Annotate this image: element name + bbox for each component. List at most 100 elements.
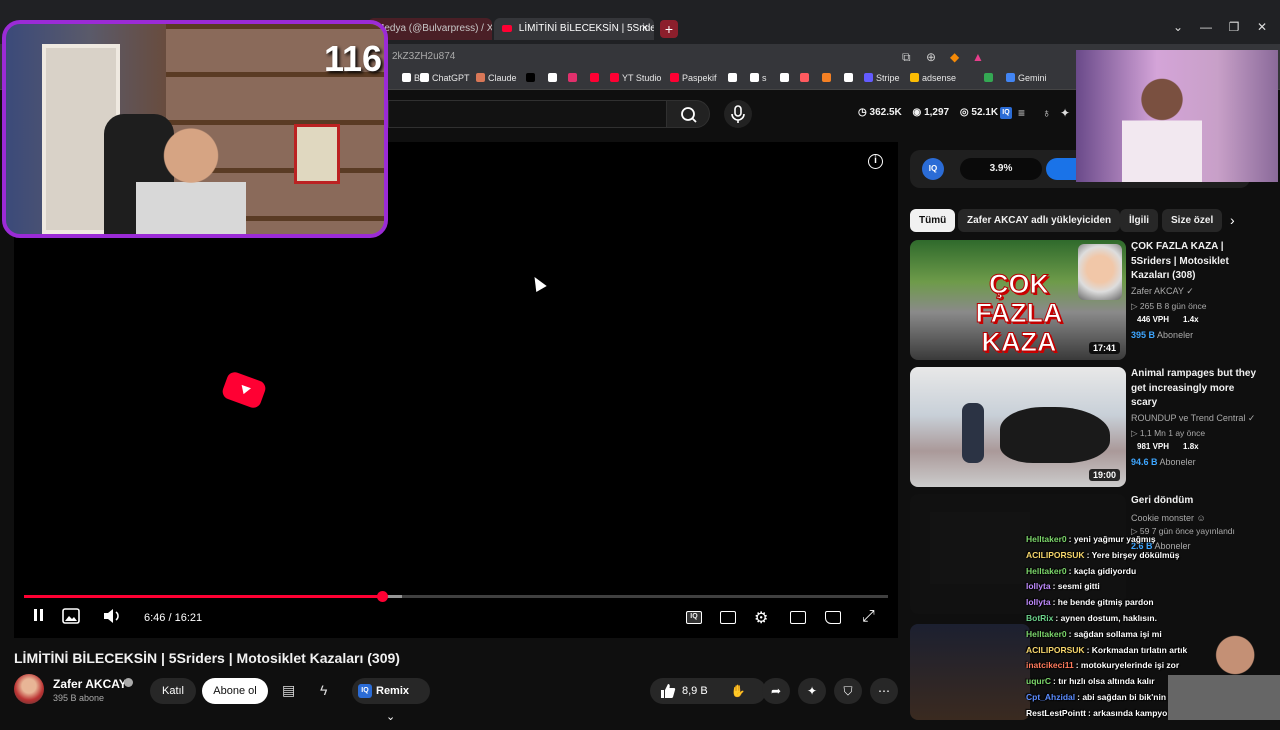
subscribe-button[interactable]: Abone ol: [202, 678, 268, 704]
bookmark-item[interactable]: [800, 73, 812, 83]
recommendation-title[interactable]: Geri döndüm: [1131, 494, 1257, 509]
miniplayer-button[interactable]: [62, 608, 80, 627]
list-item[interactable]: 19:00 Animal rampages but they get incre…: [910, 367, 1260, 491]
bookmark-favicon-icon: [1006, 73, 1015, 82]
bulb-icon[interactable]: ♁: [1042, 106, 1051, 120]
recommendation-title[interactable]: ÇOK FAZLA KAZA | 5Sriders | Motosiklet K…: [1131, 240, 1257, 284]
dislike-icon[interactable]: ✋: [724, 678, 752, 704]
progress-scrubber[interactable]: [376, 591, 388, 602]
bookmark-item[interactable]: [984, 73, 996, 83]
bookmark-item[interactable]: ChatGPT: [420, 73, 470, 83]
extension-icon[interactable]: ▲: [972, 50, 984, 64]
chat-username: BotRix: [1026, 612, 1054, 623]
bookmark-item[interactable]: Claude: [476, 73, 517, 83]
recommendation-channel[interactable]: Zafer AKCAY ✓: [1131, 286, 1194, 297]
recommendation-channel[interactable]: ROUNDUP ve Trend Central ✓: [1131, 413, 1255, 424]
close-tab-icon[interactable]: ×: [642, 22, 648, 34]
bookmark-item[interactable]: [780, 73, 792, 83]
brave-shield-icon[interactable]: ◆: [950, 50, 959, 64]
thumbnail-face: [1078, 244, 1122, 300]
chat-text: : tır hızlı olsa altında kalır: [1053, 676, 1155, 687]
subtitles-icon[interactable]: [720, 611, 736, 624]
bolt-icon[interactable]: ϟ: [320, 682, 327, 698]
maximize-icon[interactable]: ❐: [1224, 20, 1244, 34]
minimize-icon[interactable]: —: [1196, 20, 1216, 34]
bookmark-item[interactable]: Gemini: [1006, 73, 1047, 83]
video-thumbnail[interactable]: ÇOK FAZLA KAZA 17:41: [910, 240, 1126, 360]
likes-stat: ◉ 1,297: [912, 107, 950, 118]
bookmark-item[interactable]: B: [402, 73, 420, 83]
remix-button[interactable]: IQ Remix ⌄: [352, 678, 430, 723]
bookmark-favicon-icon: [548, 73, 557, 82]
bookmark-favicon-icon: [590, 73, 599, 82]
zoom-icon[interactable]: ⊕: [926, 50, 936, 64]
bookmark-item[interactable]: Stripe: [864, 73, 900, 83]
sparkle-icon[interactable]: ✦: [1060, 106, 1070, 120]
transcript-icon[interactable]: ▤: [282, 682, 295, 699]
tab-search-icon[interactable]: ⌄: [1168, 20, 1188, 34]
url-text[interactable]: 2kZ3ZH2u874: [392, 51, 455, 62]
bookmark-item[interactable]: [548, 73, 560, 83]
bookmark-item[interactable]: [844, 73, 856, 83]
search-input[interactable]: [388, 100, 666, 128]
bookmark-item[interactable]: [526, 73, 538, 83]
share-icon[interactable]: ➦: [762, 678, 790, 704]
recommendation-meta: ▷ 1,1 Mn 1 ay önce: [1131, 428, 1206, 438]
chip-3[interactable]: Size özel: [1162, 209, 1222, 232]
chat-text: : he bende gitmiş pardon: [1052, 597, 1154, 608]
gear-icon[interactable]: ⚙: [754, 608, 768, 628]
recommendation-title[interactable]: Animal rampages but they get increasingl…: [1131, 367, 1257, 411]
chip-2[interactable]: İlgili: [1120, 209, 1158, 232]
vph-stats: 446 VPH 1.4x: [1137, 315, 1199, 324]
bookmark-item[interactable]: [568, 73, 580, 83]
bookmark-item[interactable]: s: [750, 73, 767, 83]
new-tab-button[interactable]: +: [660, 20, 678, 38]
thumbnail-bull: [1000, 407, 1110, 463]
bookmark-favicon-icon: [670, 73, 679, 82]
video-thumbnail[interactable]: [910, 624, 1030, 720]
search-button[interactable]: [666, 100, 710, 128]
pause-button[interactable]: [34, 608, 46, 624]
info-icon[interactable]: i: [868, 154, 883, 169]
progress-bar[interactable]: [24, 591, 888, 602]
chevron-right-icon[interactable]: ›: [1230, 212, 1235, 228]
iq-player-button[interactable]: IQ: [686, 611, 702, 624]
bookmark-item[interactable]: [822, 73, 834, 83]
close-window-icon[interactable]: ✕: [1252, 20, 1272, 34]
open-in-app-icon[interactable]: ⧉: [902, 50, 911, 65]
theater-mode-icon[interactable]: [790, 611, 806, 624]
bookmark-favicon-icon: [526, 73, 535, 82]
volume-icon: [104, 609, 119, 623]
chip-1[interactable]: Zafer AKCAY adlı yükleyiciden: [958, 209, 1121, 232]
tab-youtube-video[interactable]: LİMİTİNİ BİLECEKSİN | 5Sriders ×: [494, 18, 654, 40]
bookmark-favicon-icon: [728, 73, 737, 82]
mic-icon: [731, 105, 745, 123]
fullscreen-icon[interactable]: ⤢: [862, 608, 875, 626]
keyboard-overlay: [930, 512, 1030, 584]
video-title: LİMİTİNİ BİLECEKSİN | 5Sriders | Motosik…: [14, 650, 400, 666]
avatar[interactable]: [14, 674, 44, 704]
ask-ai-icon[interactable]: ✦: [798, 678, 826, 704]
chat-username: lollyta: [1026, 597, 1051, 608]
save-icon[interactable]: ⛉: [834, 678, 862, 704]
volume-button[interactable]: [102, 608, 122, 627]
chip-0[interactable]: Tümü: [910, 209, 956, 232]
more-options-icon[interactable]: ⋯: [870, 678, 898, 704]
queue-icon[interactable]: ≡: [1018, 106, 1025, 120]
thumbnail-person: [962, 403, 984, 463]
bookmark-item[interactable]: [728, 73, 740, 83]
bookmark-item[interactable]: YT Studio: [610, 73, 661, 83]
channel-name[interactable]: Zafer AKCAY: [53, 677, 127, 691]
cast-icon[interactable]: [825, 611, 841, 624]
video-thumbnail[interactable]: 19:00: [910, 367, 1126, 487]
iq-extension-icon[interactable]: IQ: [1000, 107, 1012, 119]
bookmark-item[interactable]: Paspekif: [670, 73, 717, 83]
streamer-webcam: [1168, 620, 1280, 720]
recommendation-channel[interactable]: Cookie monster ☺: [1131, 513, 1206, 523]
join-button[interactable]: Katıl: [150, 678, 196, 704]
iq-logo-icon[interactable]: IQ: [922, 158, 944, 180]
voice-search-button[interactable]: [724, 100, 752, 128]
list-item[interactable]: ÇOK FAZLA KAZA 17:41 ÇOK FAZLA KAZA | 5S…: [910, 240, 1260, 364]
bookmark-item[interactable]: adsense: [910, 73, 956, 83]
bookmark-item[interactable]: [590, 73, 602, 83]
